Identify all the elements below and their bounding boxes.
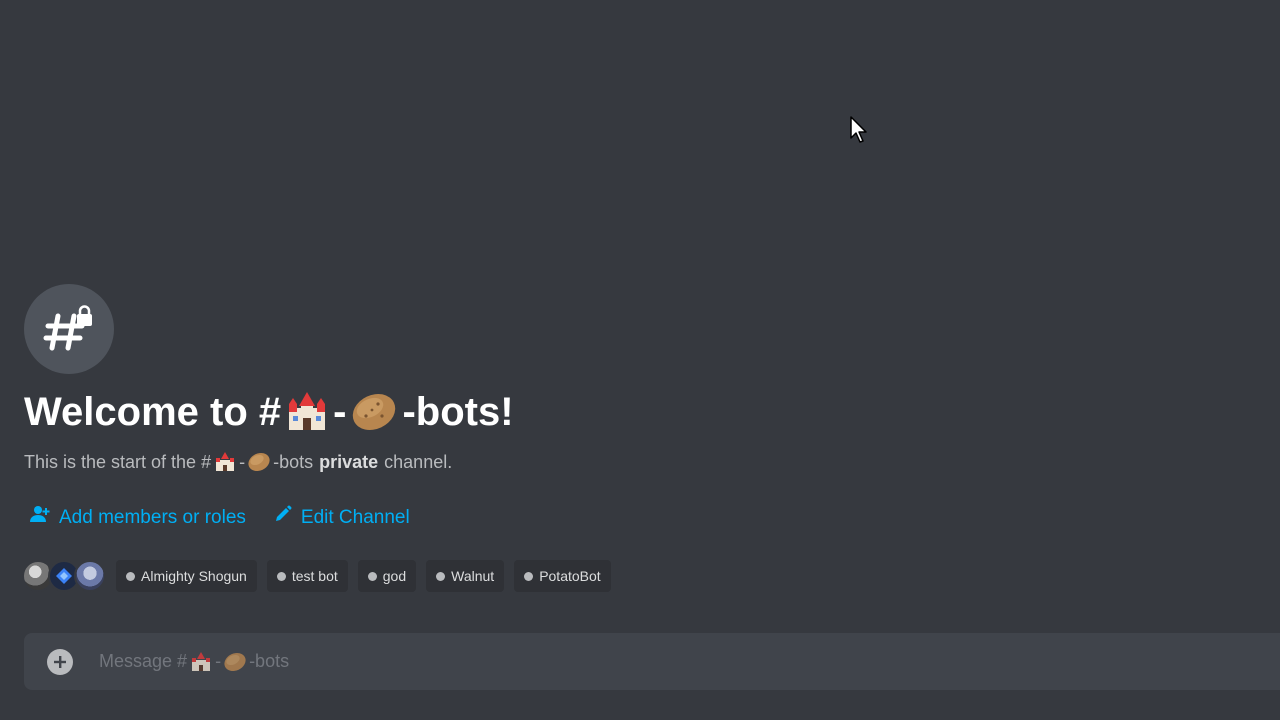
- mouse-cursor-icon: [850, 116, 870, 149]
- role-dot-icon: [126, 571, 135, 581]
- potato-emoji-icon: [247, 451, 271, 473]
- add-members-label: Add members or roles: [59, 507, 246, 528]
- member-tag-label: Walnut: [451, 568, 495, 584]
- placeholder-suffix: -bots: [249, 651, 290, 671]
- avatar[interactable]: [74, 560, 106, 592]
- channel-members-row: Almighty Shogun test bot god Walnut Pota…: [22, 560, 621, 592]
- member-avatar-stack[interactable]: [22, 560, 106, 592]
- message-composer[interactable]: Message # - -bots: [24, 633, 1280, 690]
- member-tag[interactable]: PotatoBot: [514, 560, 611, 592]
- placeholder-dash: -: [215, 651, 222, 671]
- add-attachment-button[interactable]: [47, 648, 73, 675]
- member-tag-label: Almighty Shogun: [141, 568, 247, 584]
- welcome-title-dash: -: [333, 390, 347, 434]
- castle-emoji-icon: [213, 451, 237, 473]
- channel-actions: Add members or roles Edit Channel: [30, 505, 410, 531]
- welcome-title: Welcome to # - -bots!: [24, 386, 514, 438]
- subtitle-suffix: -bots: [273, 452, 314, 472]
- potato-emoji-icon: [223, 651, 247, 673]
- subtitle-prefix: This is the start of the #: [24, 452, 212, 472]
- role-dot-icon: [367, 571, 377, 581]
- hashtag-lock-icon: [24, 284, 114, 374]
- member-tag[interactable]: Walnut: [426, 560, 505, 592]
- subtitle-tail: channel.: [384, 452, 453, 472]
- member-tag-label: god: [382, 568, 407, 584]
- role-dot-icon: [276, 571, 286, 581]
- channel-start-subtitle: This is the start of the # - -bots priva…: [24, 450, 452, 474]
- message-input[interactable]: Message # - -bots: [99, 651, 289, 673]
- edit-channel-button[interactable]: Edit Channel: [274, 505, 410, 531]
- castle-emoji-icon: [189, 651, 213, 673]
- add-member-icon: [30, 505, 50, 531]
- channel-welcome-screen: Welcome to # - -bots! This is the start …: [0, 0, 1280, 720]
- potato-emoji-icon: [350, 390, 398, 434]
- role-dot-icon: [524, 571, 534, 581]
- pencil-icon: [274, 505, 292, 531]
- welcome-title-suffix: -bots!: [402, 390, 514, 434]
- member-tag[interactable]: Almighty Shogun: [116, 560, 257, 592]
- placeholder-prefix: Message #: [99, 651, 188, 671]
- subtitle-private-label: private: [319, 452, 379, 472]
- member-tag[interactable]: test bot: [266, 560, 348, 592]
- welcome-title-prefix: Welcome to #: [24, 390, 282, 434]
- member-tag[interactable]: god: [357, 560, 417, 592]
- subtitle-dash: -: [239, 452, 246, 472]
- add-members-button[interactable]: Add members or roles: [30, 505, 246, 531]
- castle-emoji-icon: [285, 390, 329, 434]
- member-tag-label: PotatoBot: [539, 568, 601, 584]
- edit-channel-label: Edit Channel: [300, 507, 410, 528]
- role-dot-icon: [436, 571, 446, 581]
- plus-icon: [54, 655, 66, 668]
- member-tag-label: test bot: [291, 568, 338, 584]
